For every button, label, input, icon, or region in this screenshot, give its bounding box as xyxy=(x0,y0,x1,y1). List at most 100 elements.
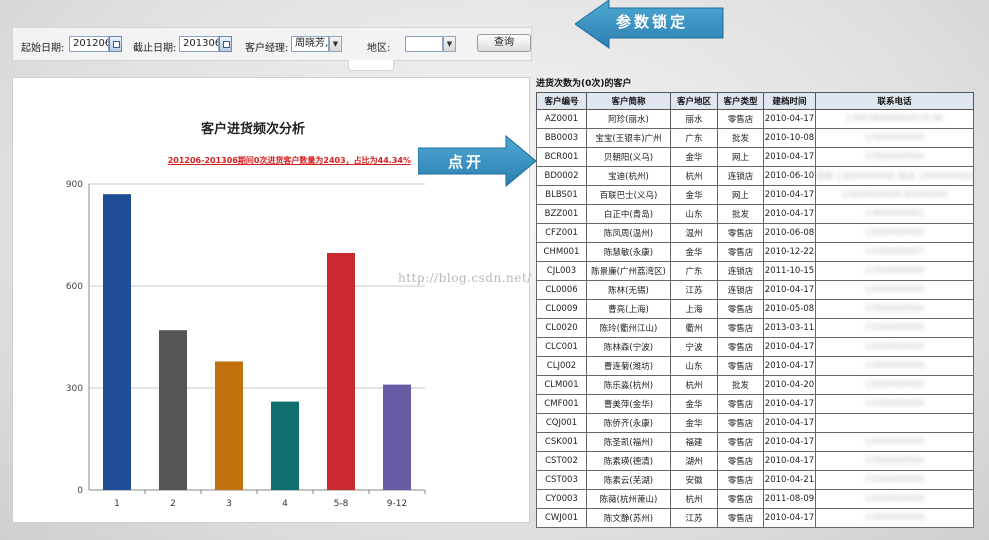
table-cell: 13500000000 xyxy=(815,299,974,319)
bar xyxy=(103,194,131,490)
end-calendar-icon[interactable] xyxy=(219,36,232,52)
table-row[interactable]: CLM001 陈乐淼(杭州) 杭州 批发 2010-04-20 13500000000 xyxy=(536,375,974,395)
open-label: 点开 xyxy=(448,153,485,171)
table-cell: 零售店 xyxy=(717,413,764,433)
start-calendar-icon[interactable] xyxy=(109,36,122,52)
table-row[interactable]: CSK001 陈圣凯(福州) 福建 零售店 2010-04-17 13500000000 xyxy=(536,432,974,452)
blurred-phone: 13500000000 xyxy=(864,380,925,390)
filter-tab-notch[interactable] xyxy=(348,60,394,71)
blurred-phone: 13500000000 xyxy=(864,152,925,162)
table-cell: 杭州 xyxy=(670,166,718,186)
table-cell: 2010-06-10 xyxy=(763,166,816,186)
x-tick-label: 4 xyxy=(282,499,288,509)
table-row[interactable]: BD0002 宝迪(杭州) 杭州 连锁店 2010-06-10 周某 1300000000… xyxy=(536,166,974,186)
table-cell: 陈玲(衢州江山) xyxy=(586,318,671,338)
blurred-phone: 周某 13000000000 电话 13000000020 xyxy=(816,172,974,182)
table-row[interactable]: CLJ002 曹连菊(潍坊) 山东 零售店 2010-04-17 13500000000 xyxy=(536,356,974,376)
table-cell: 13500000000 xyxy=(815,280,974,300)
table-row[interactable]: CL0020 陈玲(衢州江山) 衢州 零售店 2013-03-11 13500000000 xyxy=(536,318,974,338)
blurred-phone: 13500000000 xyxy=(864,437,925,447)
manager-select[interactable]: 周晓芳,... xyxy=(291,36,329,52)
table-row[interactable]: CST003 陈素云(芜湖) 安徽 零售店 2010-04-21 13500000000 xyxy=(536,470,974,490)
y-tick-label: 0 xyxy=(77,486,83,496)
table-row[interactable]: CL0009 曹亮(上海) 上海 零售店 2010-05-08 13500000000 xyxy=(536,299,974,319)
table-cell: 2010-04-17 xyxy=(763,451,816,471)
table-cell: 13600000001 xyxy=(815,204,974,224)
blurred-phone: 13500000000 xyxy=(864,361,925,371)
table-cell: CLC001 xyxy=(536,337,587,357)
customer-table: 客户编号 客户简称 客户地区 客户类型 建档时间 联系电话 AZ0001 阿珍(丽水) 丽水零… xyxy=(536,92,974,528)
table-cell: 零售店 xyxy=(717,337,764,357)
manager-chevron-down-icon[interactable]: ▼ xyxy=(329,36,342,52)
blurred-phone: 13500000000 xyxy=(864,513,925,523)
table-cell: CSK001 xyxy=(536,432,587,452)
table-row[interactable]: CY0003 陈薇(杭州萧山) 杭州 零售店 2011-08-09 13500000009 xyxy=(536,489,974,509)
x-tick-label: 3 xyxy=(226,499,232,509)
table-cell: 连锁店 xyxy=(717,280,764,300)
bar xyxy=(327,253,355,490)
table-cell: 零售店 xyxy=(717,356,764,376)
table-cell: 金华 xyxy=(670,185,718,205)
table-row[interactable]: CST002 陈素瑛(德清) 湖州 零售店 2010-04-17 13500000000 xyxy=(536,451,974,471)
region-label: 地区: xyxy=(367,43,391,54)
table-cell: 13500000000 xyxy=(815,223,974,243)
table-cell: 陈景廉(广州荔湾区) xyxy=(586,261,671,281)
table-row[interactable]: BB0003 宝宝(王银丰)广州 广东 批发 2010-10-08 13600000000 xyxy=(536,128,974,148)
table-cell: 陈凤周(温州) xyxy=(586,223,671,243)
table-cell: 湖州 xyxy=(670,451,718,471)
table-row[interactable]: CWJ001 陈文静(苏州) 江苏 零售店 2010-04-17 13500000000 xyxy=(536,508,974,528)
table-cell: 2011-10-15 xyxy=(763,261,816,281)
start-date-label: 起始日期: xyxy=(21,43,65,54)
table-cell: 2013-03-11 xyxy=(763,318,816,338)
table-row[interactable]: CLC001 陈林森(宁波) 宁波 零售店 2010-04-17 13500000000 xyxy=(536,337,974,357)
table-row[interactable]: BLBS01 百联巴士(义乌) 金华 网上 2010-04-17 13500000000 … xyxy=(536,185,974,205)
table-row[interactable]: CL0006 陈林(无锡) 江苏 连锁店 2010-04-17 13500000000 xyxy=(536,280,974,300)
table-cell: 2010-04-17 xyxy=(763,413,816,433)
table-cell: 江苏 xyxy=(670,280,718,300)
table-cell: 13500000000 xyxy=(815,375,974,395)
table-cell: CY0003 xyxy=(536,489,587,509)
table-cell: BB0003 xyxy=(536,128,587,148)
table-cell: BD0002 xyxy=(536,166,587,186)
table-row[interactable]: CMF001 曹美萍(金华) 金华 零售店 2010-04-17 13500000000 xyxy=(536,394,974,414)
start-date-input[interactable]: 201206 xyxy=(69,36,109,52)
blurred-phone: 13500000000 xyxy=(864,342,925,352)
table-cell: 网上 xyxy=(717,147,764,167)
table-row[interactable]: BCR001 贝朝阳(义乌) 金华 网上 2010-04-17 13500000000 xyxy=(536,147,974,167)
table-cell: 2011-08-09 xyxy=(763,489,816,509)
table-cell: 广东 xyxy=(670,261,718,281)
table-cell: 陈薇(杭州萧山) xyxy=(586,489,671,509)
blurred-phone: 13500000000 xyxy=(864,399,925,409)
table-cell: 零售店 xyxy=(717,432,764,452)
x-tick-label: 2 xyxy=(170,499,176,509)
table-cell: 零售店 xyxy=(717,489,764,509)
table-cell: 13500000000 xyxy=(815,432,974,452)
column-header: 客户简称 xyxy=(586,92,671,110)
query-button[interactable]: 查询 xyxy=(477,34,531,52)
table-cell: 周某 13000000000 电话 13000000020 xyxy=(815,166,974,186)
table-cell: 山东 xyxy=(670,204,718,224)
table-cell: 宝迪(杭州) xyxy=(586,166,671,186)
end-date-input[interactable]: 201306 xyxy=(179,36,219,52)
blurred-phone: 13500000000 85000000 xyxy=(841,190,948,200)
table-cell: 2010-04-17 xyxy=(763,508,816,528)
region-select[interactable] xyxy=(405,36,443,52)
table-cell: 陈侨齐(永康) xyxy=(586,413,671,433)
table-row[interactable]: CQJ001 陈侨齐(永康) 金华 零售店 2010-04-17 xyxy=(536,413,974,433)
table-row[interactable]: AZ0001 阿珍(丽水) 丽水 零售店 2010-04-17 13957800006/0… xyxy=(536,109,974,129)
table-caption: 进货次数为(0次)的客户 xyxy=(536,79,632,89)
table-row[interactable]: CFZ001 陈凤周(温州) 温州 零售店 2010-06-08 13500000000 xyxy=(536,223,974,243)
table-cell: 批发 xyxy=(717,128,764,148)
table-cell: 13600000000 xyxy=(815,128,974,148)
table-cell: 零售店 xyxy=(717,394,764,414)
table-cell: 零售店 xyxy=(717,109,764,129)
table-cell: 零售店 xyxy=(717,470,764,490)
table-cell: 陈乐淼(杭州) xyxy=(586,375,671,395)
chart-subtitle-link[interactable]: 201206-201306期间0次进货客户数量为2403，占比为44.34% xyxy=(168,155,411,166)
table-row[interactable]: BZZ001 白正中(青岛) 山东 批发 2010-04-17 13600000001 xyxy=(536,204,974,224)
bar xyxy=(215,361,243,490)
table-header-row: 客户编号 客户简称 客户地区 客户类型 建档时间 联系电话 xyxy=(536,92,974,110)
table-row[interactable]: CHM001 陈慧敏(永康) 金华 零售店 2010-12-22 13500000007 xyxy=(536,242,974,262)
region-chevron-down-icon[interactable]: ▼ xyxy=(443,36,456,52)
table-row[interactable]: CJL003 陈景廉(广州荔湾区) 广东 连锁店 2011-10-15 135000000… xyxy=(536,261,974,281)
